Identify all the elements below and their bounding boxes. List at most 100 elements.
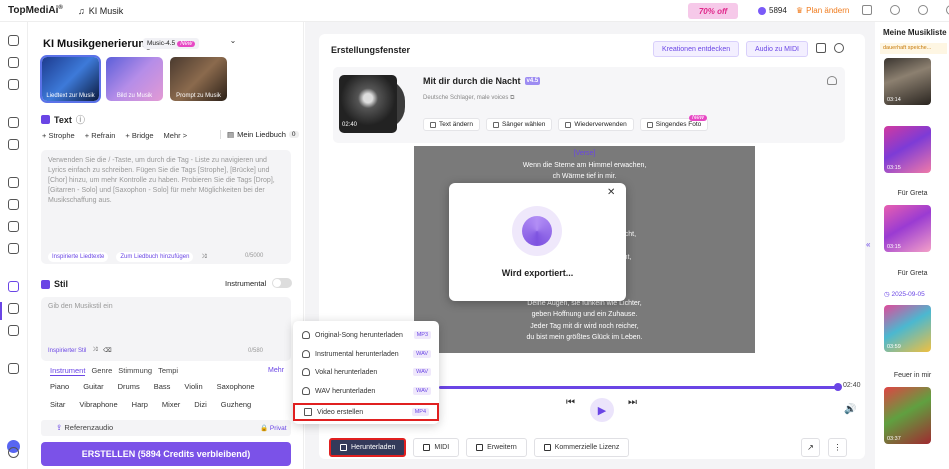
globe-icon[interactable] — [918, 5, 928, 15]
help-icon[interactable]: ⓘ — [76, 113, 85, 126]
music-icon[interactable] — [8, 281, 19, 292]
inspired-lyrics-button[interactable]: Inspirierte Liedtexte — [48, 252, 109, 262]
share-icon[interactable] — [890, 5, 900, 15]
inspired-style-button[interactable]: Inspirierter Stil — [48, 348, 86, 354]
download-original-item[interactable]: Original-Song herunterladen MP3 — [293, 326, 439, 344]
download-vocal-item[interactable]: Vokal herunterladen WAV — [293, 363, 439, 381]
video-icon[interactable] — [8, 325, 19, 336]
lyrics-input[interactable]: Verwenden Sie die / -Taste, um durch die… — [41, 150, 291, 264]
download-wav-item[interactable]: WAV herunterladen WAV — [293, 382, 439, 400]
list-icon[interactable] — [816, 43, 826, 53]
mode-lyrics-to-music[interactable]: Liedtext zur Musik — [40, 55, 101, 103]
mode-image-to-music[interactable]: Bild zu Musik — [106, 57, 163, 101]
upload-icon: ⇪ — [56, 423, 63, 432]
download-button[interactable]: Herunterladen — [329, 438, 407, 457]
chevron-down-icon[interactable]: ⌄ — [226, 36, 240, 48]
more-chip[interactable]: Mehr > — [164, 131, 188, 140]
reuse-button[interactable]: Wiederverwenden — [558, 118, 634, 131]
shuffle-icon[interactable]: ⤨ — [201, 254, 206, 261]
convert-icon[interactable] — [8, 177, 19, 188]
tag-chip[interactable]: Violin — [184, 382, 202, 391]
export-modal: ✕ Wird exportiert... — [449, 183, 626, 301]
create-video-item[interactable]: Video erstellen MP4 — [293, 403, 439, 421]
track-thumbnail[interactable]: 03:14 — [884, 58, 931, 105]
instrumental-toggle[interactable] — [272, 278, 293, 288]
shuffle-icon[interactable]: ⤨ — [92, 347, 97, 354]
choose-singer-button[interactable]: Sänger wählen — [485, 118, 553, 131]
model-selector[interactable]: Music-4.5 New — [143, 38, 200, 49]
track-thumbnail[interactable]: 03:15 — [884, 205, 931, 252]
next-icon[interactable]: ⏭ — [628, 397, 637, 408]
edit-lyrics-button[interactable]: Text ändern — [423, 118, 480, 131]
voice-icon[interactable] — [8, 117, 19, 128]
rocket-icon[interactable] — [8, 57, 19, 68]
volume-icon[interactable]: 🔊 — [844, 404, 856, 415]
midi-button[interactable]: MIDI — [413, 438, 460, 457]
progress-bar[interactable] — [439, 386, 839, 389]
discover-creations-button[interactable]: Kreationen entdecken — [653, 41, 740, 57]
music-note-icon: ♫ — [78, 6, 85, 16]
track-thumbnail[interactable]: 03:59 — [884, 305, 931, 352]
clear-icon[interactable]: ⌫ — [103, 347, 111, 354]
tag-chip[interactable]: Drums — [118, 382, 140, 391]
more-tags-link[interactable]: Mehr — [268, 367, 284, 374]
share-icon[interactable]: ↗ — [801, 438, 820, 457]
tag-chip[interactable]: Vibraphone — [79, 400, 117, 409]
commercial-license-button[interactable]: Kommerzielle Lizenz — [533, 438, 630, 457]
add-chorus-chip[interactable]: + Refrain — [85, 131, 116, 140]
tab-genre[interactable]: Genre — [91, 366, 112, 376]
lyrics-tag: [Verse] — [573, 150, 596, 157]
promo-banner[interactable]: 70% off — [688, 3, 738, 19]
close-icon[interactable]: ✕ — [607, 187, 615, 198]
folder-icon[interactable] — [8, 79, 19, 90]
download-instrumental-item[interactable]: Instrumental herunterladen WAV — [293, 345, 439, 363]
my-songbook-button[interactable]: ▤ Mein Liedbuch 0 — [220, 130, 299, 139]
mode-prompt-to-music[interactable]: Prompt zu Musik — [170, 57, 227, 101]
effects-icon[interactable] — [8, 243, 19, 254]
tab-tempo[interactable]: Tempi — [158, 366, 178, 376]
tag-chip[interactable]: Guitar — [83, 382, 103, 391]
audio-to-midi-button[interactable]: Audio zu MIDI — [746, 41, 808, 57]
calendar-icon[interactable] — [862, 5, 872, 15]
track-thumbnail[interactable]: 03:15 — [884, 126, 931, 173]
tag-chip[interactable]: Sitar — [50, 400, 65, 409]
tag-chip[interactable]: Dizi — [194, 400, 207, 409]
previous-icon[interactable]: ⏮ — [566, 397, 575, 408]
add-verse-chip[interactable]: + Strophe — [42, 131, 75, 140]
add-to-songbook-button[interactable]: Zum Liedbuch hinzufügen — [116, 252, 194, 262]
date-label: ◷ 2025-09-05 — [884, 291, 925, 298]
tools-icon[interactable] — [8, 363, 19, 374]
add-bridge-chip[interactable]: + Bridge — [125, 131, 153, 140]
reference-audio-button[interactable]: ⇪ Referenzaudio — [56, 423, 113, 432]
collapse-icon[interactable]: « — [866, 240, 870, 249]
more-icon[interactable]: ⋮ — [828, 438, 847, 457]
tab-mood[interactable]: Stimmung — [118, 366, 152, 376]
discord-icon[interactable] — [834, 43, 844, 53]
progress-handle[interactable] — [834, 383, 842, 391]
text-to-speech-icon[interactable] — [8, 199, 19, 210]
track-thumbnail[interactable]: 03:37 — [884, 387, 931, 444]
copy-icon[interactable]: ⧉ — [510, 95, 514, 101]
change-plan-link[interactable]: ♛ Plan ändern — [796, 6, 849, 15]
tag-chip[interactable]: Guzheng — [221, 400, 251, 409]
extend-button[interactable]: Erweitern — [466, 438, 527, 457]
mic-icon[interactable] — [8, 139, 19, 150]
license-icon — [543, 444, 551, 451]
logo[interactable]: TopMediAi® — [8, 5, 63, 16]
tag-chip[interactable]: Piano — [50, 382, 69, 391]
home-icon[interactable] — [8, 35, 19, 46]
audio-edit-icon[interactable] — [8, 221, 19, 232]
tab-instrument[interactable]: Instrument — [50, 366, 86, 376]
lyrics-line: ch Wärme tief in mir. — [552, 173, 617, 180]
private-toggle[interactable]: 🔒 Privat — [260, 424, 287, 432]
create-button[interactable]: ERSTELLEN (5894 Credits verbleibend) — [41, 442, 291, 466]
storage-notice[interactable]: dauerhaft speiche... — [880, 43, 947, 54]
disc-icon[interactable] — [8, 303, 19, 314]
tag-chip[interactable]: Mixer — [162, 400, 180, 409]
play-button[interactable]: ▶ — [590, 398, 614, 422]
tag-chip[interactable]: Bass — [154, 382, 171, 391]
tag-chip[interactable]: Saxophone — [217, 382, 255, 391]
tag-chip[interactable]: Harp — [132, 400, 148, 409]
chat-icon[interactable] — [8, 447, 19, 458]
heart-icon[interactable] — [827, 76, 837, 85]
